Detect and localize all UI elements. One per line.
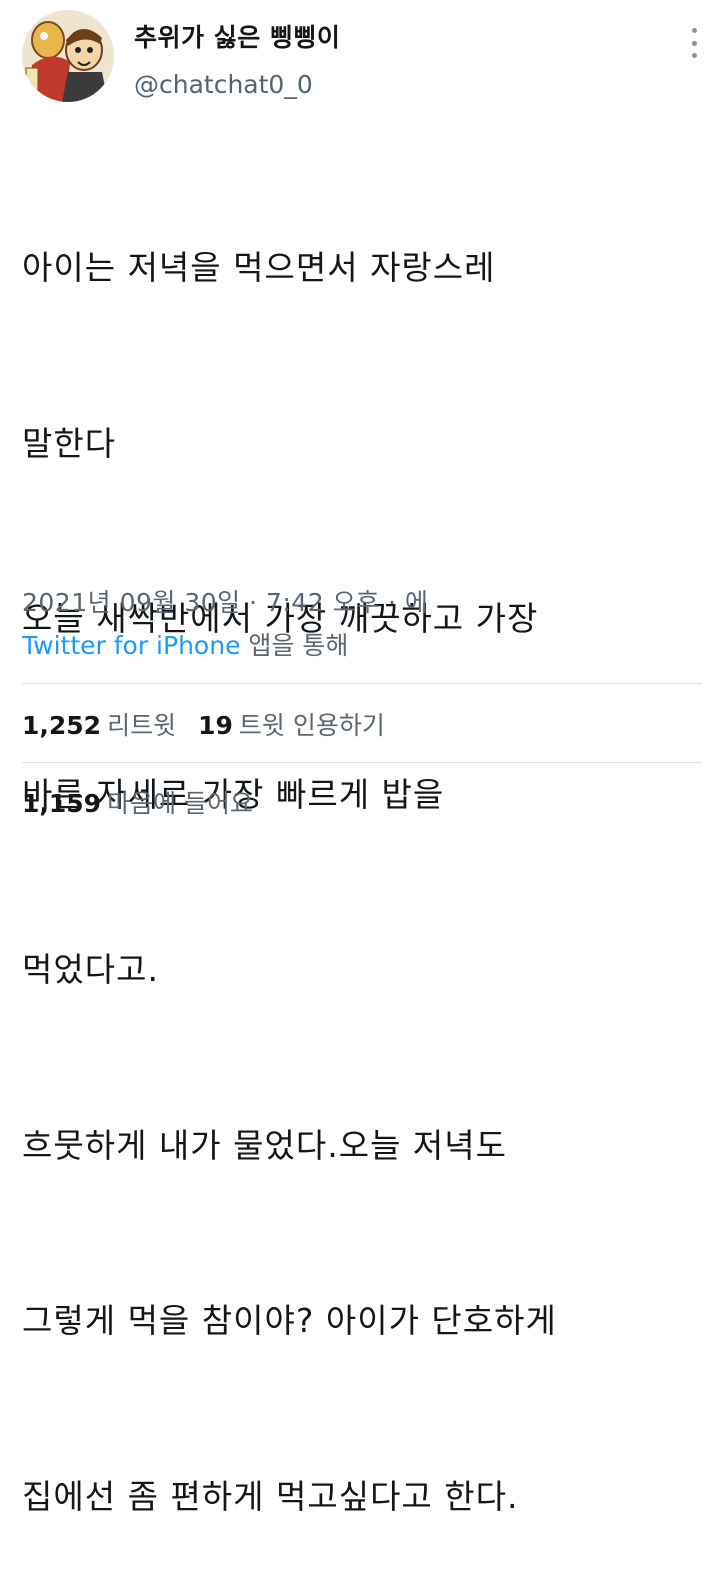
engagement-stats: 1,252 리트윗 19 트윗 인용하기	[22, 706, 385, 742]
tweet-timestamp[interactable]: 2021년 09월 30일 · 7:42 오후 · 에	[22, 583, 428, 619]
retweets-count: 1,252	[22, 711, 102, 740]
tweet-line: 흐뭇하게 내가 물었다.오늘 저녁도	[22, 1125, 507, 1165]
source-suffix: 앱을 통해	[240, 631, 349, 660]
display-name[interactable]: 추위가 싫은 삥삥이	[134, 18, 340, 54]
divider	[22, 762, 702, 763]
tweet-source: Twitter for iPhone 앱을 통해	[22, 626, 348, 662]
likes-stats: 1,159 마음에 들어요	[22, 784, 253, 820]
cartoon-avatar-image	[22, 10, 114, 102]
divider	[22, 683, 702, 684]
avatar[interactable]	[22, 10, 114, 102]
tweet-line: 말한다	[22, 423, 117, 463]
tweet-text: 아이는 저녁을 먹으면서 자랑스레 말한다 오늘 새싹반에서 가장 깨끗하고 가…	[22, 122, 702, 1585]
user-handle[interactable]: @chatchat0_0	[134, 70, 340, 99]
likes-stat[interactable]: 1,159 마음에 들어요	[22, 789, 253, 818]
retweets-label: 리트윗	[107, 711, 177, 740]
tweet-line: 그렇게 먹을 참이야? 아이가 단호하게	[22, 1301, 557, 1340]
vertical-ellipsis-icon[interactable]	[686, 28, 702, 58]
likes-count: 1,159	[22, 789, 102, 818]
retweets-stat[interactable]: 1,252 리트윗	[22, 711, 176, 740]
tweet-header: 추위가 싫은 삥삥이 @chatchat0_0	[22, 10, 702, 105]
tweet-line: 아이는 저녁을 먹으면서 자랑스레	[22, 248, 496, 287]
source-app-link[interactable]: Twitter for iPhone	[22, 631, 240, 660]
tweet-line: 집에선 좀 편하게 먹고싶다고 한다.	[22, 1476, 519, 1516]
quotes-count: 19	[198, 711, 233, 740]
quotes-label: 트윗 인용하기	[238, 711, 385, 740]
quotes-stat[interactable]: 19 트윗 인용하기	[198, 711, 385, 740]
tweet-line: 먹었다고.	[22, 950, 159, 989]
likes-label: 마음에 들어요	[107, 789, 254, 818]
